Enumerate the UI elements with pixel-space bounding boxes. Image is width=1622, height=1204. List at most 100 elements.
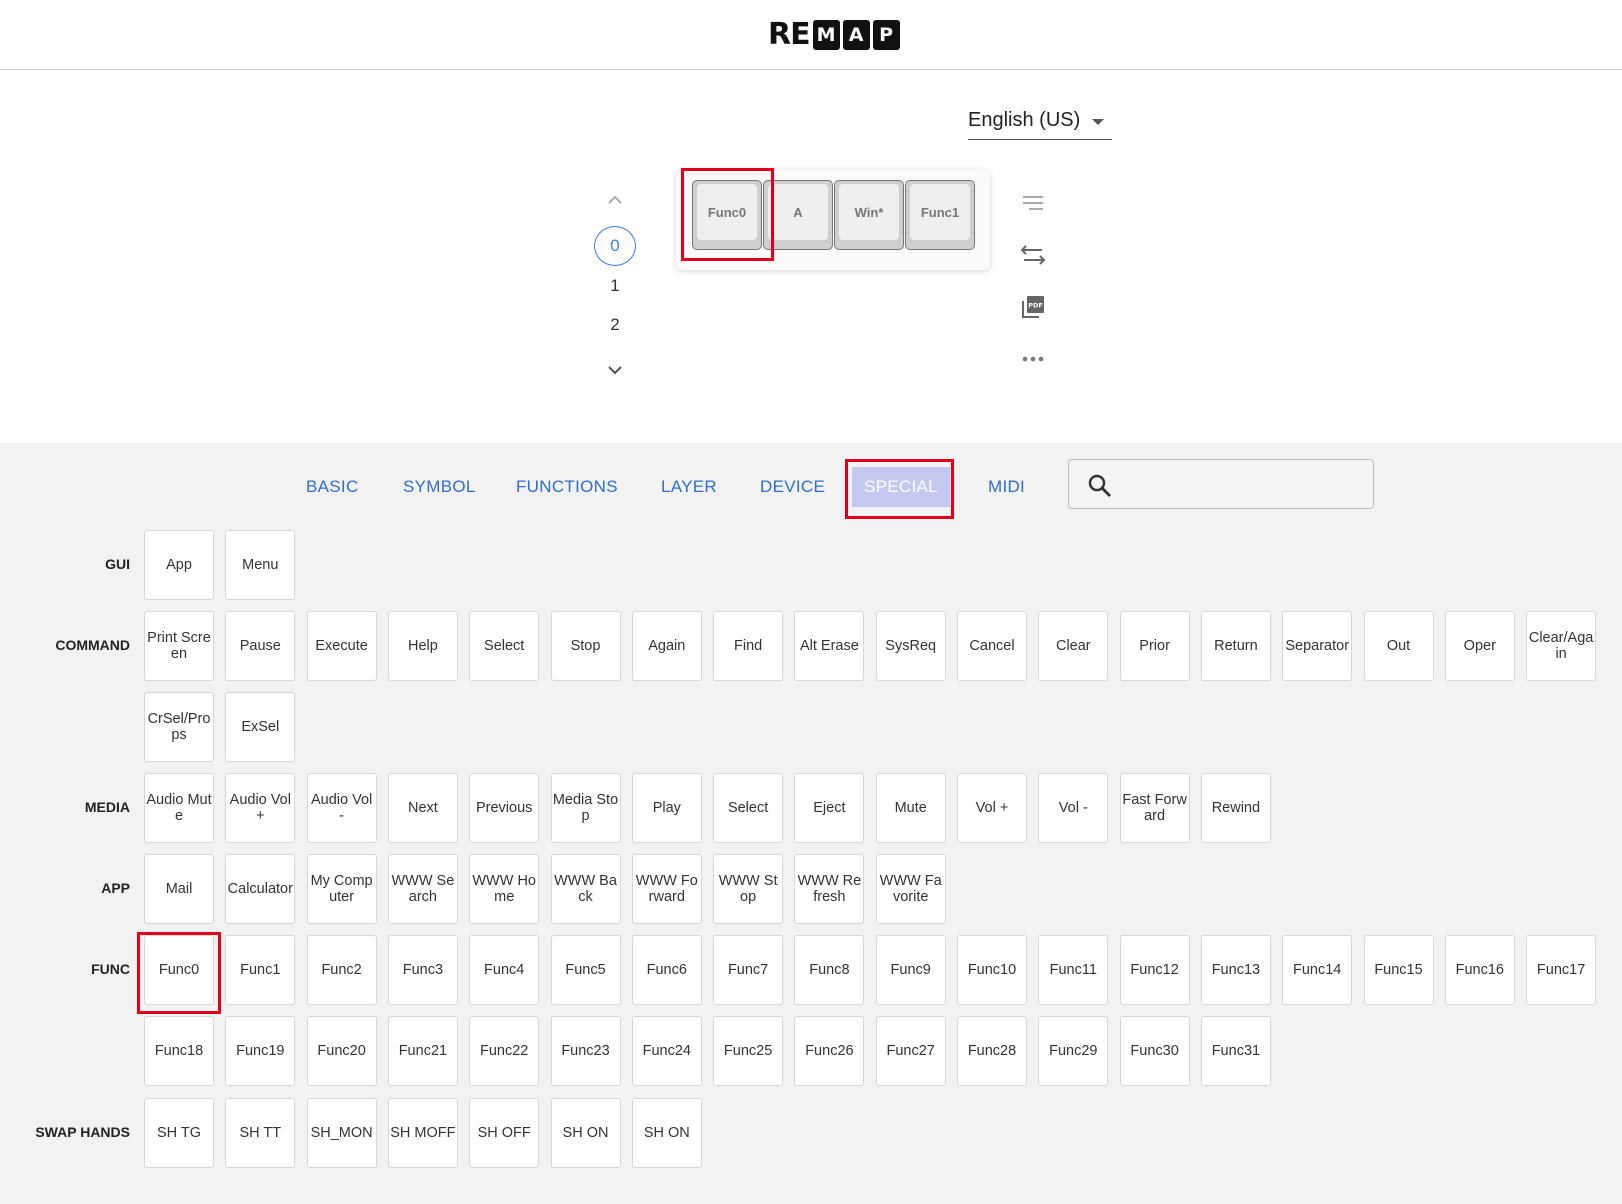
keycode-button[interactable]: SH OFF <box>469 1098 540 1168</box>
layer-item-1[interactable]: 1 <box>590 276 640 296</box>
keycode-button[interactable]: WWW Search <box>387 854 458 924</box>
chevron-down-icon[interactable] <box>605 360 625 380</box>
keycode-button[interactable]: ExSel <box>225 692 296 762</box>
keycode-button[interactable]: My Computer <box>306 854 377 924</box>
more-icon[interactable] <box>1020 346 1046 372</box>
keycode-button[interactable]: Select <box>713 773 784 843</box>
keycode-button[interactable]: WWW Home <box>469 854 540 924</box>
keycode-button[interactable]: Func14 <box>1282 935 1353 1005</box>
keycode-button[interactable]: Audio Mute <box>144 773 214 843</box>
keycode-button[interactable]: Func3 <box>387 935 458 1005</box>
keycode-button[interactable]: Func30 <box>1119 1016 1190 1086</box>
keycode-button[interactable]: WWW Refresh <box>794 854 865 924</box>
keycode-button[interactable]: SH TT <box>225 1098 296 1168</box>
keycode-button[interactable]: Func5 <box>550 935 621 1005</box>
keycode-button[interactable]: Func4 <box>469 935 540 1005</box>
keycode-button[interactable]: WWW Forward <box>631 854 702 924</box>
keycode-button[interactable]: Func29 <box>1038 1016 1109 1086</box>
keycode-button[interactable]: Func24 <box>631 1016 702 1086</box>
keycode-button[interactable]: Func13 <box>1200 935 1271 1005</box>
tab-layer[interactable]: LAYER <box>661 467 717 507</box>
keycode-button[interactable]: Fast Forward <box>1119 773 1190 843</box>
keycode-button[interactable]: Func31 <box>1200 1016 1271 1086</box>
keycode-button[interactable]: WWW Stop <box>713 854 784 924</box>
keycode-button[interactable]: Print Screen <box>144 611 214 681</box>
keycode-button[interactable]: Func21 <box>387 1016 458 1086</box>
layer-item-2[interactable]: 2 <box>590 315 640 335</box>
keycode-button[interactable]: Next <box>387 773 458 843</box>
remap-logo[interactable]: RE M A P <box>768 18 900 52</box>
keycode-button[interactable]: Return <box>1200 611 1271 681</box>
keycode-button[interactable]: Rewind <box>1200 773 1271 843</box>
keycode-button[interactable]: Menu <box>225 530 296 600</box>
keycode-button[interactable]: Func22 <box>469 1016 540 1086</box>
keycode-button[interactable]: Stop <box>550 611 621 681</box>
keycode-button[interactable]: SysReq <box>875 611 946 681</box>
keycode-button[interactable]: SH ON <box>550 1098 621 1168</box>
keycode-button[interactable]: Audio Vol - <box>306 773 377 843</box>
keycode-button[interactable]: Vol + <box>957 773 1027 843</box>
keyboard-key[interactable]: Func0 <box>692 180 762 250</box>
language-select[interactable]: English (US) <box>968 102 1112 140</box>
keycode-button[interactable]: Func26 <box>794 1016 865 1086</box>
keycode-button[interactable]: Func1 <box>225 935 296 1005</box>
keycode-button[interactable]: Oper <box>1444 611 1515 681</box>
keycode-button[interactable]: Cancel <box>957 611 1027 681</box>
search-input[interactable] <box>1121 468 1361 500</box>
keycode-button[interactable]: Mute <box>875 773 946 843</box>
keycode-button[interactable]: Func16 <box>1444 935 1515 1005</box>
keycode-button[interactable]: Func20 <box>306 1016 377 1086</box>
keycode-button[interactable]: Execute <box>306 611 377 681</box>
keycode-button[interactable]: Previous <box>469 773 540 843</box>
swap-icon[interactable] <box>1020 242 1046 268</box>
keycode-button[interactable]: Func12 <box>1119 935 1190 1005</box>
layer-item-0[interactable]: 0 <box>594 226 636 266</box>
keycode-button[interactable]: Eject <box>794 773 865 843</box>
keycode-button[interactable]: Clear <box>1038 611 1109 681</box>
keycode-button[interactable]: Func2 <box>306 935 377 1005</box>
keycode-button[interactable]: Prior <box>1119 611 1190 681</box>
keycode-button[interactable]: SH ON <box>631 1098 702 1168</box>
tab-special[interactable]: SPECIAL <box>852 467 950 507</box>
keycode-button[interactable]: Help <box>387 611 458 681</box>
keycode-button[interactable]: Clear/Again <box>1526 611 1597 681</box>
keycode-button[interactable]: Mail <box>144 854 214 924</box>
keycode-button[interactable]: WWW Favorite <box>875 854 946 924</box>
keycode-button[interactable]: Again <box>631 611 702 681</box>
keycode-button[interactable]: SH TG <box>144 1098 214 1168</box>
tab-midi[interactable]: MIDI <box>988 467 1025 507</box>
tab-functions[interactable]: FUNCTIONS <box>516 467 618 507</box>
keycode-button[interactable]: Select <box>469 611 540 681</box>
keyboard-key[interactable]: Win* <box>834 180 904 250</box>
keycode-button[interactable]: Func7 <box>713 935 784 1005</box>
keycode-button[interactable]: Func8 <box>794 935 865 1005</box>
keycode-button[interactable]: Func15 <box>1363 935 1434 1005</box>
tab-device[interactable]: DEVICE <box>760 467 825 507</box>
keycode-button[interactable]: Alt Erase <box>794 611 865 681</box>
keycode-button[interactable]: Func11 <box>1038 935 1109 1005</box>
keycode-button[interactable]: Func27 <box>875 1016 946 1086</box>
keycode-button[interactable]: WWW Back <box>550 854 621 924</box>
keycode-button[interactable]: Func23 <box>550 1016 621 1086</box>
tab-symbol[interactable]: SYMBOL <box>403 467 476 507</box>
tab-basic[interactable]: BASIC <box>306 467 359 507</box>
keycode-button[interactable]: Pause <box>225 611 296 681</box>
keyboard-key[interactable]: Func1 <box>905 180 975 250</box>
keycode-button[interactable]: Func28 <box>957 1016 1027 1086</box>
pdf-icon[interactable]: PDF <box>1020 294 1046 320</box>
keyboard-key[interactable]: A <box>763 180 833 250</box>
keycode-button[interactable]: Media Stop <box>550 773 621 843</box>
keycode-button[interactable]: Func0 <box>144 935 214 1005</box>
keycode-button[interactable]: Play <box>631 773 702 843</box>
keycode-button[interactable]: Func6 <box>631 935 702 1005</box>
keycode-button[interactable]: Calculator <box>225 854 296 924</box>
keycode-button[interactable]: SH_MON <box>306 1098 377 1168</box>
keycode-button[interactable]: Func18 <box>144 1016 214 1086</box>
keycode-button[interactable]: Func25 <box>713 1016 784 1086</box>
keycode-button[interactable]: Vol - <box>1038 773 1109 843</box>
keycode-button[interactable]: Func19 <box>225 1016 296 1086</box>
keycode-button[interactable]: Audio Vol + <box>225 773 296 843</box>
keycode-button[interactable]: Func17 <box>1526 935 1597 1005</box>
keycode-button[interactable]: CrSel/Props <box>144 692 214 762</box>
menu-lines-icon[interactable] <box>1020 190 1046 216</box>
